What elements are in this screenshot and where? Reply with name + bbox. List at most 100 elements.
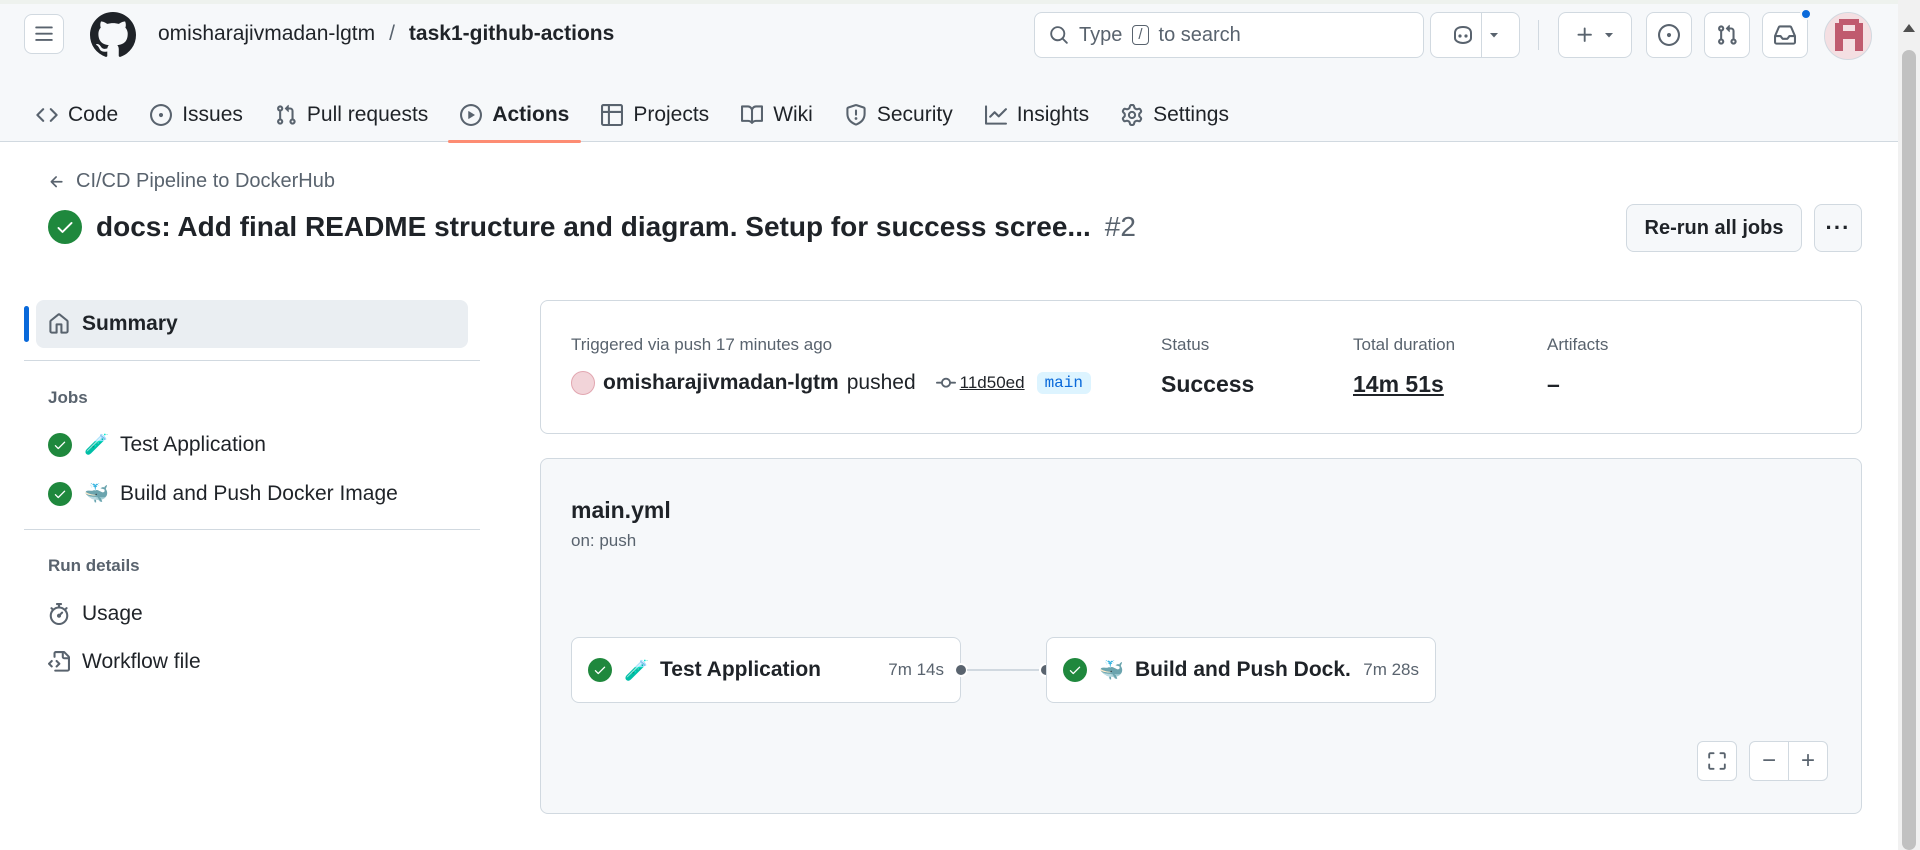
graph-icon <box>984 105 1007 125</box>
job-duration: 7m 14s <box>888 660 944 679</box>
sidebar-item-test-application[interactable]: 🧪 Test Application <box>48 432 266 457</box>
copilot-button[interactable] <box>1430 12 1520 58</box>
app-header: omisharajivmadan-lgtm / task1-github-act… <box>0 4 1898 143</box>
copilot-icon <box>1453 25 1472 45</box>
sidebar-item-build-push[interactable]: 🐳 Build and Push Docker Image <box>48 481 398 506</box>
push-info: omisharajivmadan-lgtm pushed 11d50ed mai… <box>571 371 1091 395</box>
duration-label: Total duration <box>1353 335 1456 354</box>
git-commit-icon <box>935 377 956 388</box>
copilot-divider <box>1480 13 1482 57</box>
inbox-icon <box>1774 25 1796 45</box>
job-name: Test Application <box>660 658 822 681</box>
hamburger-icon <box>35 26 53 41</box>
whale-icon: 🐳 <box>84 483 109 505</box>
github-logo-icon[interactable] <box>89 12 136 58</box>
breadcrumb-separator: / <box>389 22 395 45</box>
tab-label: Projects <box>633 103 710 126</box>
chevron-down-icon[interactable] <box>1488 29 1500 41</box>
book-icon <box>741 105 764 124</box>
tab-insights[interactable]: Insights <box>973 88 1101 142</box>
tab-label: Issues <box>182 103 243 126</box>
pull-request-icon <box>276 104 296 125</box>
success-check-icon <box>48 210 82 244</box>
code-icon <box>36 108 58 122</box>
workflow-trigger: on: push <box>571 531 637 550</box>
active-indicator <box>24 306 29 342</box>
play-icon <box>460 104 483 126</box>
zoom-in-button[interactable]: + <box>1788 741 1828 781</box>
artifacts-value: – <box>1547 371 1560 397</box>
create-new-button[interactable] <box>1558 12 1632 58</box>
table-icon <box>601 104 624 126</box>
sidebar-item-label: Build and Push Docker Image <box>120 481 398 505</box>
tab-label: Pull requests <box>306 103 429 126</box>
pull-requests-button[interactable] <box>1704 12 1750 58</box>
sidebar-item-label: Test Application <box>120 432 266 456</box>
tab-pull-requests[interactable]: Pull requests <box>263 88 440 142</box>
connector-dot <box>954 663 968 677</box>
file-code-icon <box>48 651 70 672</box>
run-number: #2 <box>1104 211 1136 242</box>
tab-label: Code <box>68 103 119 126</box>
tab-label: Wiki <box>773 103 813 126</box>
shield-icon <box>846 104 866 126</box>
fullscreen-button[interactable] <box>1697 741 1737 781</box>
status-value: Success <box>1161 371 1255 397</box>
run-title-text: docs: Add final README structure and dia… <box>96 211 1091 242</box>
actor-link[interactable]: omisharajivmadan-lgtm <box>603 371 839 395</box>
tab-wiki[interactable]: Wiki <box>729 88 825 142</box>
tab-issues[interactable]: Issues <box>138 88 255 142</box>
zoom-out-button[interactable]: − <box>1749 741 1789 781</box>
run-details-heading: Run details <box>48 556 140 575</box>
branch-badge[interactable]: main <box>1036 372 1091 394</box>
duration-value[interactable]: 14m 51s <box>1353 371 1455 398</box>
job-duration: 7m 28s <box>1363 660 1419 679</box>
sidebar-item-summary[interactable]: Summary <box>36 300 468 348</box>
test-tube-icon: 🧪 <box>84 434 109 456</box>
repo-tabs: Code Issues Pull requests Actions Projec… <box>24 88 1249 143</box>
menu-button[interactable] <box>24 14 64 54</box>
sidebar-item-workflow-file[interactable]: Workflow file <box>48 650 201 674</box>
commit-sha: 11d50ed <box>959 373 1025 392</box>
plus-icon <box>1577 27 1592 42</box>
sidebar-item-usage[interactable]: Usage <box>48 602 143 626</box>
fullscreen-icon <box>1708 752 1726 770</box>
sidebar-item-label: Summary <box>82 312 178 335</box>
duration-column: Total duration 14m 51s <box>1353 335 1455 398</box>
inbox-button[interactable] <box>1762 12 1808 58</box>
jobs-heading: Jobs <box>48 388 88 407</box>
stopwatch-icon <box>49 603 69 625</box>
sidebar-divider <box>24 360 480 361</box>
scrollbar-thumb[interactable] <box>1902 50 1916 850</box>
repo-name-link[interactable]: task1-github-actions <box>409 22 614 46</box>
job-node-test-application[interactable]: 🧪 Test Application 7m 14s <box>571 637 961 703</box>
issues-button[interactable] <box>1646 12 1692 58</box>
trigger-info: Triggered via push 17 minutes ago <box>571 335 833 354</box>
commit-link[interactable]: 11d50ed <box>935 373 1025 393</box>
sidebar-item-label: Usage <box>82 602 143 625</box>
avatar[interactable] <box>571 371 595 395</box>
more-options-button[interactable]: ··· <box>1814 204 1862 252</box>
repo-owner-link[interactable]: omisharajivmadan-lgtm <box>158 22 375 46</box>
workflow-file-name: main.yml <box>571 497 671 523</box>
search-input[interactable]: Type / to search <box>1034 12 1424 58</box>
tab-security[interactable]: Security <box>833 88 965 142</box>
avatar[interactable] <box>1824 12 1872 60</box>
repo-breadcrumb: omisharajivmadan-lgtm / task1-github-act… <box>158 22 614 46</box>
tab-actions[interactable]: Actions <box>448 88 582 143</box>
tab-label: Settings <box>1153 103 1229 126</box>
tab-code[interactable]: Code <box>24 88 130 142</box>
notification-dot <box>1800 8 1812 20</box>
job-node-build-push[interactable]: 🐳 Build and Push Dock... 7m 28s <box>1046 637 1436 703</box>
run-summary-card: Triggered via push 17 minutes ago omisha… <box>540 300 1862 434</box>
artifacts-column: Artifacts – <box>1547 335 1608 398</box>
workflow-name-label: CI/CD Pipeline to DockerHub <box>76 170 335 192</box>
workflow-back-link[interactable]: CI/CD Pipeline to DockerHub <box>48 170 335 193</box>
rerun-all-jobs-button[interactable]: Re-run all jobs <box>1626 204 1802 252</box>
status-column: Status Success <box>1161 335 1254 398</box>
tab-settings[interactable]: Settings <box>1109 88 1241 142</box>
whale-icon: 🐳 <box>1099 659 1124 682</box>
artifacts-label: Artifacts <box>1547 335 1609 354</box>
tab-projects[interactable]: Projects <box>589 88 721 142</box>
scroll-up-arrow-icon[interactable] <box>1903 24 1915 32</box>
